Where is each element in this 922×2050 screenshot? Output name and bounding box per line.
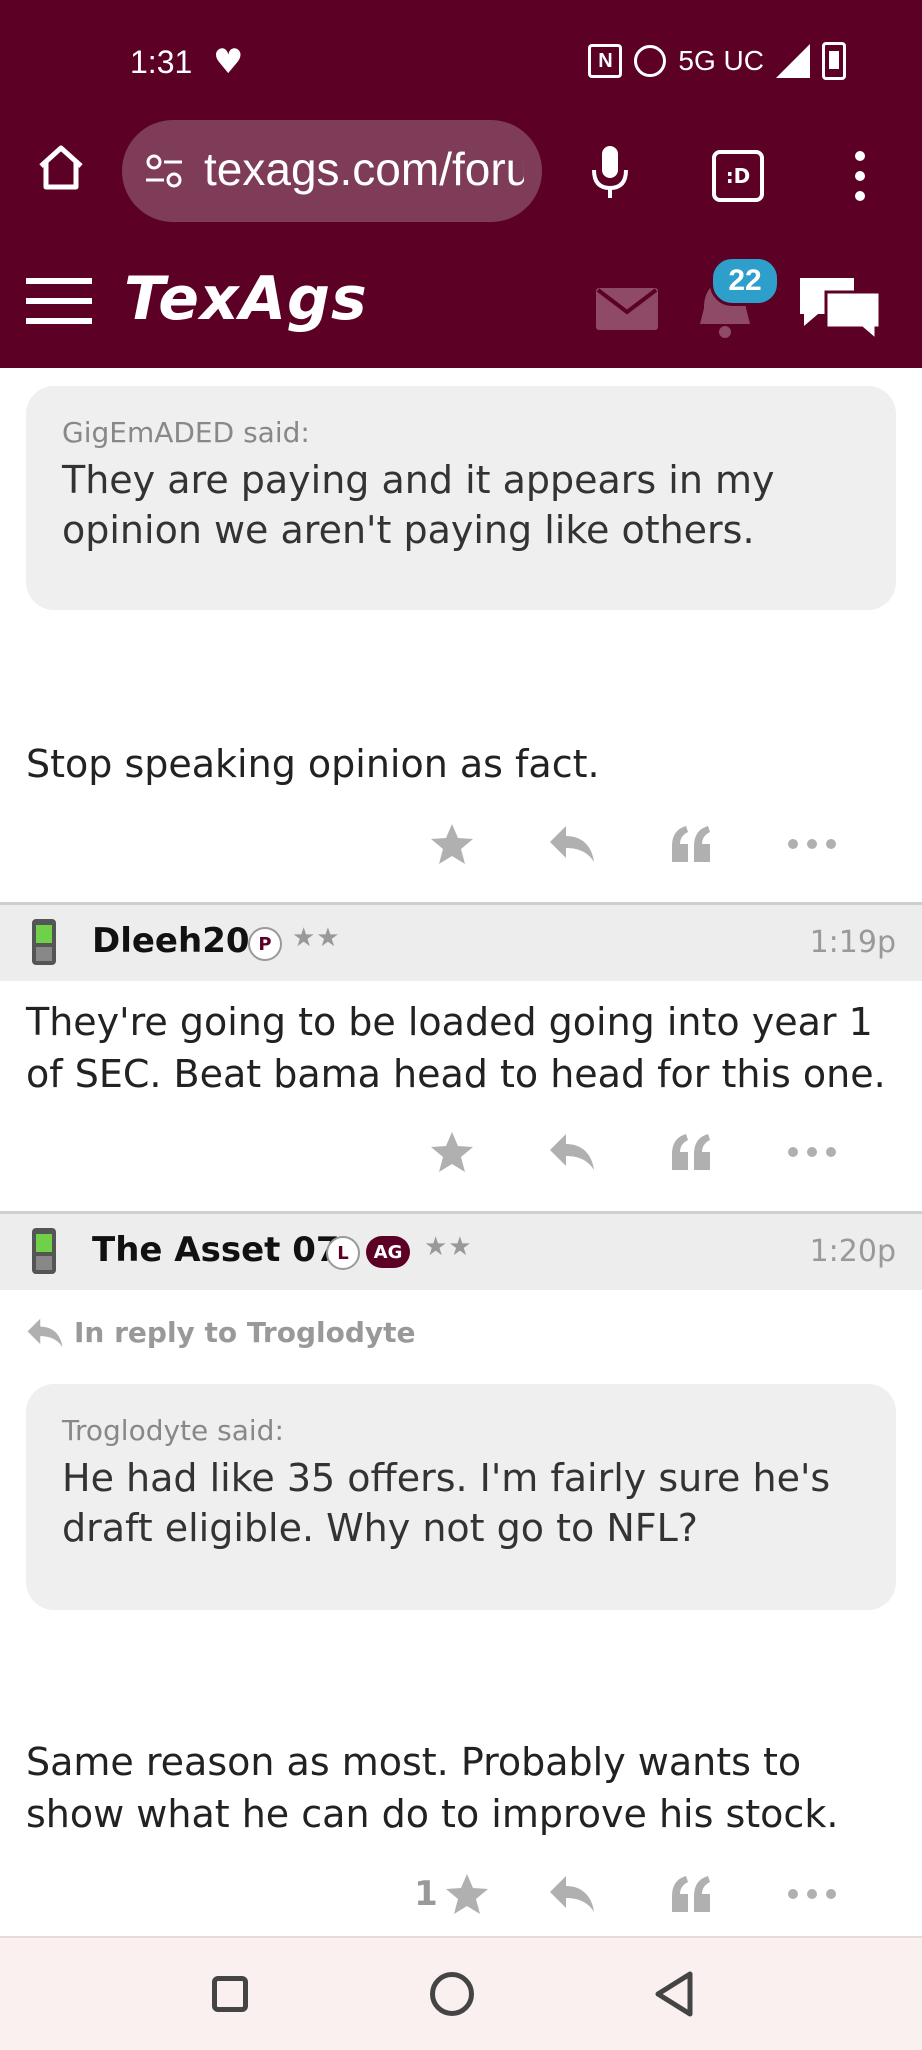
star-button[interactable] [392,814,512,874]
user-stars: ★★ [424,1232,473,1262]
user-tag: P [248,927,282,961]
status-bar: 1:31 ♥ N 5G UC [0,0,922,120]
star-button[interactable] [392,1122,512,1182]
quote-icon [672,1876,710,1912]
quote-block: GigEmADED said: They are paying and it a… [26,386,896,610]
top-header: 1:31 ♥ N 5G UC texags.com/forums [0,0,922,368]
mail-icon[interactable] [596,288,658,330]
star-icon [445,1874,488,1914]
post-header: Dleeh20 P ★★ 1:19p [0,902,922,981]
quote-author: Troglodyte said: [62,1414,284,1447]
more-button[interactable] [752,1864,872,1924]
network-label: 5G UC [678,45,764,76]
chat-icon[interactable] [796,272,884,344]
site-settings-icon[interactable] [144,152,184,192]
battery-icon [822,42,846,80]
back-icon[interactable] [652,1970,696,2018]
tab-switcher-button[interactable]: :D [712,150,764,202]
reply-to[interactable]: In reply to Troglodyte [26,1316,416,1349]
home-button[interactable] [430,1972,474,2016]
url-bar[interactable]: texags.com/forums [122,120,542,222]
url-text[interactable]: texags.com/forums [204,142,524,196]
quote-button[interactable] [632,814,752,874]
more-horiz-icon [788,1147,836,1157]
more-vert-icon[interactable] [850,148,870,204]
post-actions [392,1122,872,1182]
signal-icon [776,44,810,78]
reply-to-label[interactable]: In reply to Troglodyte [74,1316,416,1349]
ag-badge: AG [366,1236,410,1268]
hamburger-menu-icon[interactable] [26,276,92,326]
user-stars: ★★ [292,923,341,953]
reply-button[interactable] [512,1864,632,1924]
reply-icon [550,1876,594,1912]
quote-text: He had like 35 offers. I'm fairly sure h… [62,1456,831,1550]
recents-button[interactable] [212,1976,248,2012]
post-time: 1:20p [809,1234,896,1269]
quote-button[interactable] [632,1122,752,1182]
quote-text: They are paying and it appears in my opi… [62,458,775,552]
username[interactable]: The Asset 07 [92,1230,340,1270]
heart-icon: ♥ [213,42,244,82]
reply-button[interactable] [512,814,632,874]
reply-icon [550,1134,594,1170]
post-time: 1:19p [809,925,896,960]
star-button[interactable]: 1 [392,1864,512,1924]
nfc-icon: N [588,44,623,78]
site-logo[interactable]: TexAgs [124,264,368,334]
phone-icon [32,919,56,965]
microphone-icon[interactable] [585,142,635,202]
user-tag: L [326,1236,360,1270]
star-count: 1 [414,1874,438,1914]
quote-icon [672,826,710,862]
quote-author: GigEmADED said: [62,416,310,449]
more-horiz-icon [788,1889,836,1899]
notification-badge[interactable]: 22 [710,256,780,306]
post-actions [392,814,872,874]
post-body: Same reason as most. Probably wants to s… [26,1740,839,1836]
more-horiz-icon [788,839,836,849]
quote-icon [672,1134,710,1170]
more-button[interactable] [752,814,872,874]
star-icon [431,1132,473,1172]
username[interactable]: Dleeh20 [92,921,250,961]
quote-button[interactable] [632,1864,752,1924]
browser-toolbar: texags.com/forums :D [0,120,922,228]
alarm-icon [634,45,667,77]
post-body: Stop speaking opinion as fact. [26,742,600,786]
star-icon [431,824,473,864]
post-actions: 1 [392,1864,872,1924]
reply-icon [27,1318,63,1347]
post-header: The Asset 07 L AG ★★ 1:20p [0,1211,922,1290]
site-nav: TexAgs 22 [0,228,922,368]
post-body: They're going to be loaded going into ye… [26,1000,886,1096]
reply-icon [550,826,594,862]
status-time: 1:31 [130,44,193,80]
system-nav-bar [0,1936,922,2050]
quote-block: Troglodyte said: He had like 35 offers. … [26,1384,896,1610]
status-icons: N 5G UC [588,42,846,80]
more-button[interactable] [752,1122,872,1182]
reply-button[interactable] [512,1122,632,1182]
home-icon[interactable] [36,142,86,192]
phone-icon [32,1228,56,1274]
